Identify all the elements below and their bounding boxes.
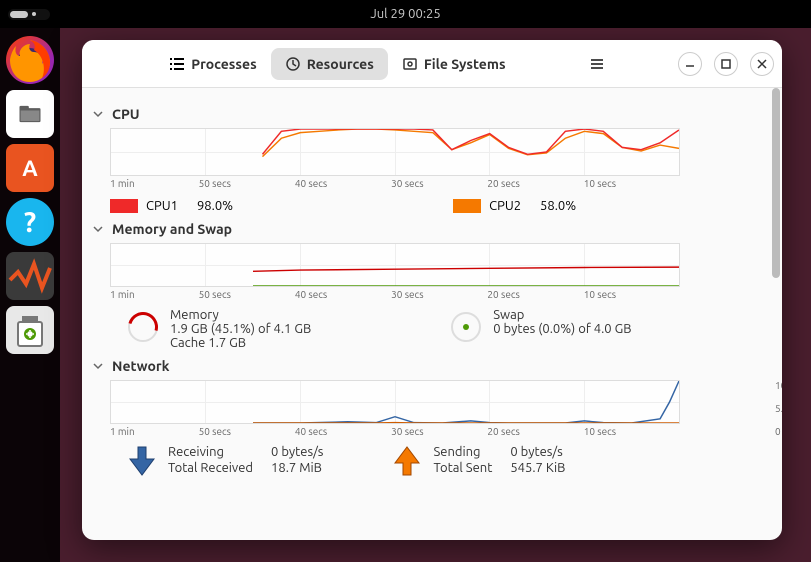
dock-app-software[interactable]: A <box>6 144 54 192</box>
window-titlebar: Processes Resources File Systems <box>82 40 782 88</box>
system-monitor-icon <box>6 252 54 300</box>
swap-gauge-icon <box>451 312 481 342</box>
system-monitor-window: Processes Resources File Systems CPU <box>82 40 782 540</box>
total-sent-value: 545.7 KiB <box>510 461 565 475</box>
scrollbar-thumb[interactable] <box>772 88 780 278</box>
download-arrow-icon <box>128 445 156 477</box>
hamburger-menu-button[interactable] <box>585 52 609 76</box>
swap-summary: Swap 0 bytes (0.0%) of 4.0 GB <box>451 308 631 350</box>
total-received-value: 18.7 MiB <box>271 461 323 475</box>
tab-resources-label: Resources <box>307 56 374 72</box>
files-icon <box>16 100 44 128</box>
chevron-down-icon <box>92 360 104 372</box>
maximize-icon <box>721 59 731 69</box>
dock-app-system-monitor[interactable] <box>6 252 54 300</box>
network-sending-summary: Sending 0 bytes/s Total Sent 545.7 KiB <box>393 445 565 477</box>
swap-usage: 0 bytes (0.0%) of 4.0 GB <box>493 322 631 336</box>
processes-icon <box>169 56 185 72</box>
maximize-button[interactable] <box>714 52 738 76</box>
memory-cache: Cache 1.7 GB <box>170 336 311 350</box>
sending-rate: 0 bytes/s <box>510 445 565 459</box>
desktop-top-bar: Jul 29 00:25 <box>0 0 811 28</box>
section-title-network: Network <box>112 358 170 374</box>
activities-indicator[interactable] <box>8 9 50 20</box>
network-graph <box>110 380 680 424</box>
firefox-icon <box>6 36 54 84</box>
tab-filesystems-label: File Systems <box>424 56 506 72</box>
resources-icon <box>285 56 301 72</box>
total-sent-label: Total Sent <box>433 461 492 475</box>
clock[interactable]: Jul 29 00:25 <box>370 7 440 21</box>
minimize-button[interactable] <box>678 52 702 76</box>
memory-graph <box>110 243 680 287</box>
close-icon <box>757 59 767 69</box>
trash-icon <box>6 306 54 354</box>
dock: A ? <box>0 28 60 562</box>
network-receiving-summary: Receiving 0 bytes/s Total Received 18.7 … <box>128 445 323 477</box>
tab-resources[interactable]: Resources <box>271 48 388 80</box>
dock-app-files[interactable] <box>6 90 54 138</box>
network-x-axis: 1 min50 secs40 secs30 secs20 secs10 secs <box>110 426 680 437</box>
view-tabs: Processes Resources File Systems <box>155 48 519 80</box>
total-received-label: Total Received <box>168 461 253 475</box>
chevron-down-icon <box>92 108 104 120</box>
tab-processes-label: Processes <box>191 56 257 72</box>
dock-app-trash[interactable] <box>6 306 54 354</box>
memory-x-axis: 1 min50 secs40 secs30 secs20 secs10 secs <box>110 289 680 300</box>
help-icon: ? <box>24 207 36 238</box>
scrollbar[interactable] <box>770 88 780 538</box>
swap-label: Swap <box>493 308 631 322</box>
cpu-chart-svg <box>111 129 679 175</box>
dock-app-help[interactable]: ? <box>6 198 54 246</box>
network-chart-svg <box>111 381 679 423</box>
cpu1-swatch <box>110 199 138 213</box>
memory-chart-svg <box>111 244 679 286</box>
chevron-down-icon <box>92 223 104 235</box>
close-button[interactable] <box>750 52 774 76</box>
legend-cpu2[interactable]: CPU2 58.0% <box>453 199 576 213</box>
hamburger-icon <box>589 56 605 72</box>
upload-arrow-icon <box>393 445 421 477</box>
tab-filesystems[interactable]: File Systems <box>388 48 520 80</box>
receiving-label: Receiving <box>168 445 253 459</box>
section-title-cpu: CPU <box>112 106 140 122</box>
sending-label: Sending <box>433 445 492 459</box>
filesystems-icon <box>402 56 418 72</box>
window-content: CPU 100 % 50 % 0 % 1 min50 secs40 secs30… <box>82 88 782 540</box>
minimize-icon <box>685 59 695 69</box>
software-icon: A <box>22 156 37 181</box>
section-header-network[interactable]: Network <box>92 358 764 374</box>
memory-gauge-icon <box>128 312 158 342</box>
section-header-cpu[interactable]: CPU <box>92 106 764 122</box>
cpu-x-axis: 1 min50 secs40 secs30 secs20 secs10 secs <box>110 178 680 189</box>
receiving-rate: 0 bytes/s <box>271 445 323 459</box>
section-title-memory: Memory and Swap <box>112 221 232 237</box>
memory-label: Memory <box>170 308 311 322</box>
tab-processes[interactable]: Processes <box>155 48 271 80</box>
memory-usage: 1.9 GB (45.1%) of 4.1 GB <box>170 322 311 336</box>
memory-summary: Memory 1.9 GB (45.1%) of 4.1 GB Cache 1.… <box>128 308 311 350</box>
section-header-memory[interactable]: Memory and Swap <box>92 221 764 237</box>
dock-app-firefox[interactable] <box>6 36 54 84</box>
cpu-graph <box>110 128 680 176</box>
legend-cpu1[interactable]: CPU1 98.0% <box>110 199 233 213</box>
cpu2-swatch <box>453 199 481 213</box>
